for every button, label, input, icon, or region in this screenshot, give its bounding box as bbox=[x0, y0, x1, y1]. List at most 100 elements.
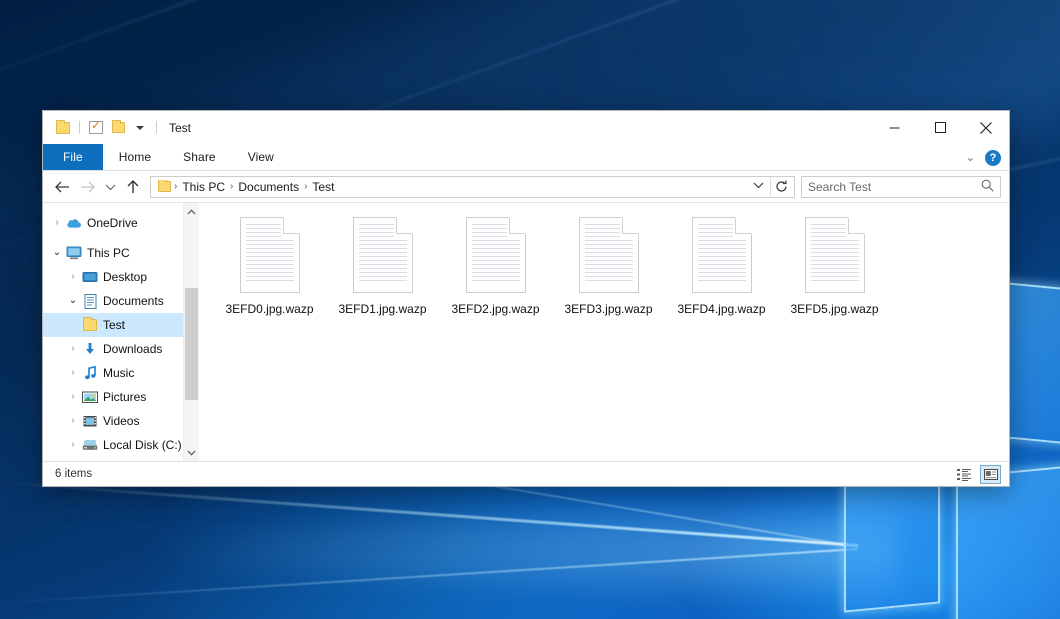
chevron-down-icon[interactable]: ⌄ bbox=[65, 296, 81, 306]
this-pc-monitor-icon bbox=[65, 246, 83, 260]
help-icon[interactable]: ? bbox=[985, 150, 1001, 166]
sidebar-item-label: Music bbox=[99, 366, 134, 380]
file-item[interactable]: 3EFD5.jpg.wazp bbox=[778, 211, 891, 316]
sidebar-item-label: Desktop bbox=[99, 270, 147, 284]
logo-ray-glow bbox=[138, 496, 898, 606]
chevron-down-icon[interactable]: ⌄ bbox=[49, 248, 65, 258]
chevron-right-icon[interactable]: › bbox=[65, 368, 81, 378]
generic-document-icon bbox=[579, 217, 639, 293]
title-bar: Test bbox=[43, 111, 1009, 144]
videos-film-icon bbox=[81, 415, 99, 428]
sidebar-item-music[interactable]: › Music bbox=[43, 361, 199, 385]
breadcrumb-folder-icon bbox=[158, 181, 171, 192]
sidebar-item-label: This PC bbox=[83, 246, 130, 260]
document-lines bbox=[472, 224, 520, 286]
chevron-right-icon[interactable]: › bbox=[65, 416, 81, 426]
toolbar-divider bbox=[79, 121, 80, 134]
file-item[interactable]: 3EFD2.jpg.wazp bbox=[439, 211, 552, 316]
pictures-icon bbox=[81, 391, 99, 404]
breadcrumb-test[interactable]: Test bbox=[307, 180, 339, 194]
file-item[interactable]: 3EFD0.jpg.wazp bbox=[213, 211, 326, 316]
address-bar: › This PC › Documents › Test bbox=[43, 171, 1009, 202]
file-item[interactable]: 3EFD3.jpg.wazp bbox=[552, 211, 665, 316]
music-note-icon bbox=[81, 366, 99, 380]
sidebar-item-label: OneDrive bbox=[83, 216, 138, 230]
sidebar-item-documents[interactable]: ⌄ Documents bbox=[43, 289, 199, 313]
properties-checkbox-icon[interactable] bbox=[85, 117, 107, 139]
navigation-pane[interactable]: › OneDrive ⌄ This PC › bbox=[43, 203, 199, 461]
maximize-button[interactable] bbox=[917, 111, 963, 144]
scroll-up-icon[interactable] bbox=[184, 203, 199, 220]
sidebar-item-downloads[interactable]: › Downloads bbox=[43, 337, 199, 361]
local-disk-icon bbox=[81, 439, 99, 451]
sidebar-item-onedrive[interactable]: › OneDrive bbox=[43, 211, 199, 235]
downloads-arrow-icon bbox=[81, 342, 99, 356]
tab-file[interactable]: File bbox=[43, 144, 103, 170]
sidebar-item-label: Local Disk (C:) bbox=[99, 438, 182, 452]
recent-locations-icon[interactable] bbox=[101, 174, 120, 200]
file-name: 3EFD4.jpg.wazp bbox=[677, 302, 765, 316]
close-button[interactable] bbox=[963, 111, 1009, 144]
documents-icon bbox=[81, 294, 99, 309]
new-folder-icon[interactable] bbox=[107, 117, 129, 139]
details-view-button[interactable] bbox=[954, 465, 975, 484]
scrollbar-thumb[interactable] bbox=[185, 288, 198, 400]
file-item[interactable]: 3EFD4.jpg.wazp bbox=[665, 211, 778, 316]
large-icons-view-button[interactable] bbox=[980, 465, 1001, 484]
file-explorer-window[interactable]: Test File Home Share View ⌄ ? bbox=[42, 110, 1010, 487]
sidebar-item-videos[interactable]: › Videos bbox=[43, 409, 199, 433]
file-name: 3EFD0.jpg.wazp bbox=[225, 302, 313, 316]
document-lines bbox=[246, 224, 294, 286]
generic-document-icon bbox=[805, 217, 865, 293]
sidebar-item-label: Videos bbox=[99, 414, 139, 428]
onedrive-cloud-icon bbox=[65, 217, 83, 229]
minimize-button[interactable] bbox=[871, 111, 917, 144]
document-lines bbox=[698, 224, 746, 286]
window-controls bbox=[871, 111, 1009, 144]
file-name: 3EFD1.jpg.wazp bbox=[338, 302, 426, 316]
search-input[interactable] bbox=[808, 180, 981, 194]
scroll-down-icon[interactable] bbox=[184, 444, 199, 461]
sidebar-item-test[interactable]: Test bbox=[43, 313, 199, 337]
sidebar-item-this-pc[interactable]: ⌄ This PC bbox=[43, 241, 199, 265]
sidebar-item-label: Test bbox=[99, 318, 125, 332]
breadcrumb-bar[interactable]: › This PC › Documents › Test bbox=[150, 176, 795, 198]
chevron-right-icon[interactable]: › bbox=[65, 440, 81, 450]
chevron-right-icon[interactable]: › bbox=[65, 392, 81, 402]
chevron-down-icon[interactable]: ⌄ bbox=[966, 151, 975, 164]
address-dropdown-icon[interactable] bbox=[747, 181, 770, 192]
up-button[interactable] bbox=[120, 174, 146, 200]
customize-dropdown-icon[interactable] bbox=[129, 117, 151, 139]
chevron-right-icon[interactable]: › bbox=[65, 272, 81, 282]
file-item[interactable]: 3EFD1.jpg.wazp bbox=[326, 211, 439, 316]
navpane-scrollbar[interactable] bbox=[183, 203, 199, 461]
forward-button[interactable] bbox=[75, 174, 101, 200]
sidebar-item-label: Pictures bbox=[99, 390, 146, 404]
sidebar-item-pictures[interactable]: › Pictures bbox=[43, 385, 199, 409]
back-button[interactable] bbox=[49, 174, 75, 200]
window-body: › OneDrive ⌄ This PC › bbox=[43, 202, 1009, 461]
document-lines bbox=[811, 224, 859, 286]
refresh-icon[interactable] bbox=[770, 176, 792, 198]
sidebar-item-local-disk-c[interactable]: › Local Disk (C:) bbox=[43, 433, 199, 457]
tab-view[interactable]: View bbox=[232, 144, 290, 170]
window-title: Test bbox=[169, 121, 191, 135]
tab-home[interactable]: Home bbox=[103, 144, 167, 170]
file-name: 3EFD2.jpg.wazp bbox=[451, 302, 539, 316]
search-icon[interactable] bbox=[981, 179, 994, 195]
document-lines bbox=[359, 224, 407, 286]
quick-access-toolbar: Test bbox=[43, 111, 191, 144]
ribbon-tab-strip: File Home Share View ⌄ ? bbox=[43, 144, 1009, 171]
breadcrumb-this-pc[interactable]: This PC bbox=[177, 180, 230, 194]
tab-share[interactable]: Share bbox=[167, 144, 232, 170]
file-name: 3EFD3.jpg.wazp bbox=[564, 302, 652, 316]
chevron-right-icon[interactable]: › bbox=[49, 218, 65, 228]
file-list-view[interactable]: 3EFD0.jpg.wazp 3EFD1.jpg.wazp bbox=[199, 203, 1009, 461]
breadcrumb-documents[interactable]: Documents bbox=[233, 180, 304, 194]
search-box[interactable] bbox=[801, 176, 1001, 198]
sidebar-item-label: Documents bbox=[99, 294, 164, 308]
chevron-right-icon[interactable]: › bbox=[65, 344, 81, 354]
desktop-monitor-icon bbox=[81, 271, 99, 284]
sidebar-item-desktop[interactable]: › Desktop bbox=[43, 265, 199, 289]
folder-icon[interactable] bbox=[52, 117, 74, 139]
